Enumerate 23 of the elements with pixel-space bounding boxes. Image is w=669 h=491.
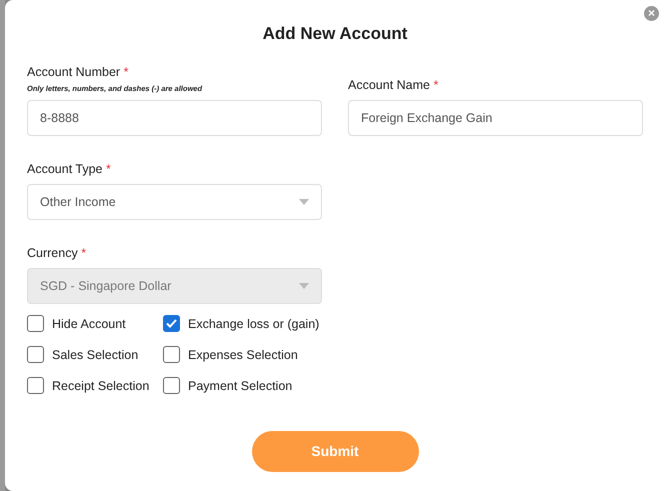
checkbox[interactable] bbox=[163, 346, 180, 364]
checkbox[interactable] bbox=[163, 315, 180, 332]
select-field[interactable]: Other Income bbox=[27, 184, 322, 220]
checkbox[interactable] bbox=[27, 377, 44, 394]
dialog-title: Add New Account bbox=[262, 24, 408, 44]
checkbox-label: Hide Account bbox=[52, 316, 126, 333]
checkbox-label: Sales Selection bbox=[52, 346, 138, 364]
checkbox-label: Exchange loss or (gain) bbox=[188, 316, 320, 333]
checkbox-label: Payment Selection bbox=[188, 378, 292, 395]
input-field[interactable]: Foreign Exchange Gain bbox=[348, 100, 643, 136]
checkbox-label: Receipt Selection bbox=[52, 378, 150, 395]
field-label: Account Number * bbox=[27, 64, 130, 82]
checkbox[interactable] bbox=[27, 315, 44, 332]
checkbox[interactable] bbox=[163, 377, 180, 394]
caret-icon bbox=[299, 283, 309, 290]
caret-icon bbox=[299, 199, 309, 206]
field-label: Account Name * bbox=[348, 76, 440, 94]
check-icon bbox=[166, 319, 177, 328]
checkbox-label: Expenses Selection bbox=[188, 346, 298, 364]
field-label: Currency * bbox=[27, 244, 88, 262]
input-field[interactable]: 8-8888 bbox=[27, 100, 322, 136]
field-label: Account Type * bbox=[27, 160, 112, 178]
checkbox[interactable] bbox=[27, 346, 44, 364]
